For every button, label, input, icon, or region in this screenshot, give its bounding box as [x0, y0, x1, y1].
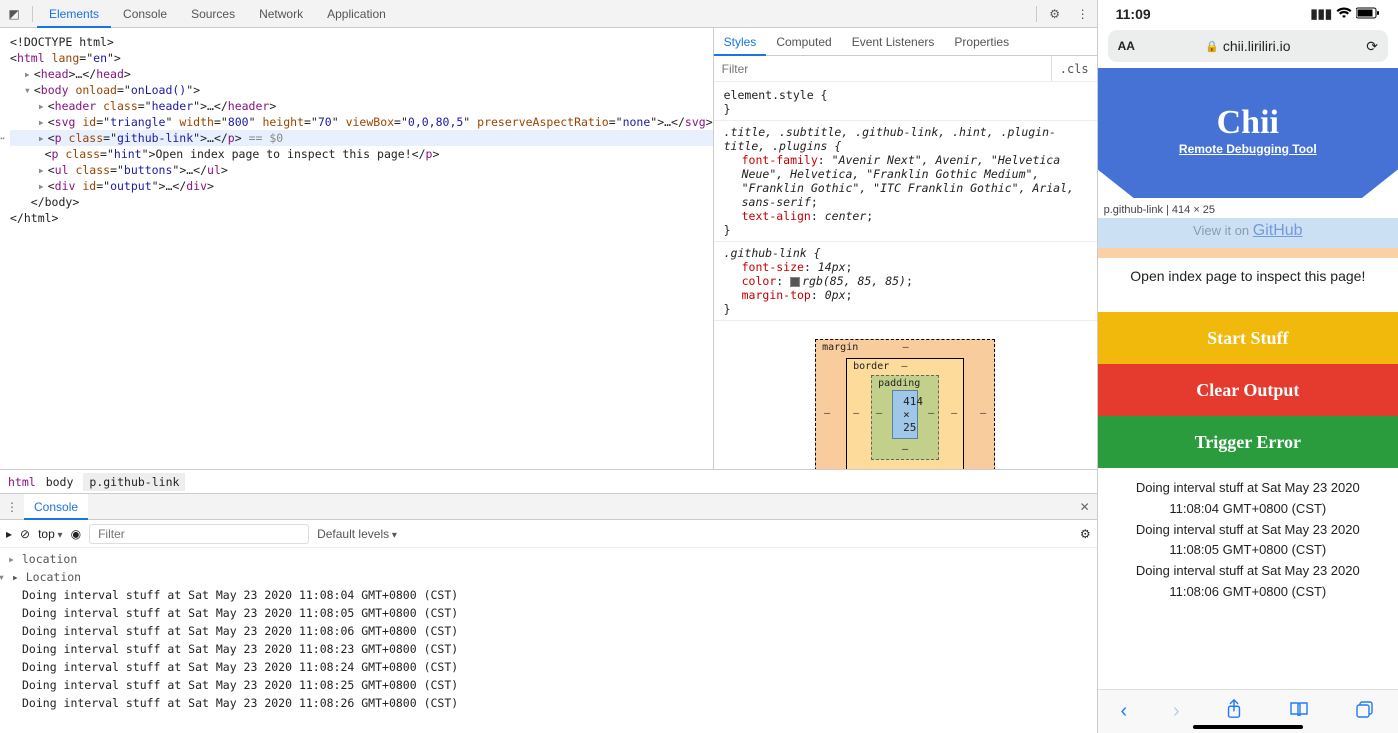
dom-header[interactable]: ▸<header class="header">…</header>	[10, 98, 713, 114]
output-line: Doing interval stuff at Sat May 23 2020 …	[1110, 520, 1386, 562]
share-icon[interactable]	[1225, 699, 1243, 725]
log-row[interactable]: Doing interval stuff at Sat May 23 2020 …	[0, 640, 1097, 658]
clear-console-icon[interactable]: ⊘	[20, 527, 30, 541]
rule-shared[interactable]: .title, .subtitle, .github-link, .hint, …	[724, 125, 1087, 237]
dom-doctype[interactable]: <!DOCTYPE html>	[10, 35, 114, 49]
rule-github-link[interactable]: .github-link { font-size: 14px; color: r…	[724, 246, 1087, 316]
hero-subtitle-link[interactable]: Remote Debugging Tool	[1179, 142, 1317, 156]
tab-application[interactable]: Application	[315, 0, 398, 28]
tab-elements[interactable]: Elements	[37, 0, 111, 28]
play-icon[interactable]: ▸	[6, 527, 12, 541]
cls-toggle[interactable]: .cls	[1051, 56, 1097, 81]
dom-body-close[interactable]: </body>	[10, 194, 713, 210]
dom-svg[interactable]: ▸<svg id="triangle" width="800" height="…	[10, 114, 713, 130]
clock: 11:09	[1116, 6, 1151, 22]
text-size-button[interactable]: AA	[1118, 39, 1135, 53]
signal-icon: ▮▮▮	[1311, 6, 1332, 22]
battery-icon	[1356, 7, 1380, 22]
context-select[interactable]: top	[38, 527, 63, 541]
inspect-icon[interactable]: ◩	[0, 7, 28, 21]
console-output[interactable]: location ▸ Location Doing interval stuff…	[0, 548, 1097, 733]
output-line: Doing interval stuff at Sat May 23 2020 …	[1110, 561, 1386, 603]
log-row[interactable]: Doing interval stuff at Sat May 23 2020 …	[0, 586, 1097, 604]
styles-sidebar: Styles Computed Event Listeners Properti…	[713, 28, 1097, 469]
url-bar[interactable]: AA 🔒 chii.liriliri.io ⟳	[1108, 30, 1388, 62]
kebab-icon[interactable]: ⋮	[0, 500, 24, 514]
separator	[32, 6, 33, 22]
elements-tree[interactable]: <!DOCTYPE html> <html lang="en"> ▸<head>…	[0, 28, 713, 469]
box-model[interactable]: margin – – – 14 border – – – – padding	[724, 325, 1087, 469]
tab-properties[interactable]: Properties	[944, 28, 1019, 56]
log-row[interactable]: Doing interval stuff at Sat May 23 2020 …	[0, 622, 1097, 640]
log-row[interactable]: Doing interval stuff at Sat May 23 2020 …	[0, 676, 1097, 694]
log-row[interactable]: Doing interval stuff at Sat May 23 2020 …	[0, 694, 1097, 712]
separator	[1036, 6, 1037, 22]
lock-icon: 🔒	[1205, 40, 1219, 53]
url-text: chii.liriliri.io	[1223, 38, 1291, 54]
status-bar: 11:09 ▮▮▮	[1098, 0, 1398, 28]
hint-text: Open index page to inspect this page!	[1098, 258, 1398, 312]
start-stuff-button[interactable]: Start Stuff	[1098, 312, 1398, 364]
styles-filter-input[interactable]	[714, 56, 1051, 81]
buttons: Start Stuff Clear Output Trigger Error	[1098, 312, 1398, 468]
rule-element-style[interactable]: element.style { }	[724, 88, 1087, 116]
dom-html-close[interactable]: </html>	[10, 210, 713, 226]
reload-icon[interactable]: ⟳	[1366, 38, 1378, 55]
hero: Chii Remote Debugging Tool	[1098, 68, 1398, 198]
close-icon[interactable]: ✕	[1073, 500, 1097, 514]
output-log: Doing interval stuff at Sat May 23 2020 …	[1098, 468, 1398, 613]
dom-html-open[interactable]: <html lang="en">	[10, 50, 713, 66]
trigger-error-button[interactable]: Trigger Error	[1098, 416, 1398, 468]
tab-event-listeners[interactable]: Event Listeners	[842, 28, 945, 56]
forward-icon[interactable]: ›	[1173, 700, 1180, 723]
tab-sources[interactable]: Sources	[179, 0, 247, 28]
dom-div-output[interactable]: ▸<div id="output">…</div>	[10, 178, 713, 194]
tabs-icon[interactable]	[1355, 700, 1375, 724]
page-viewport[interactable]: Chii Remote Debugging Tool p.github-link…	[1098, 68, 1398, 689]
kebab-icon[interactable]: ⋮	[1069, 7, 1097, 21]
home-indicator	[1193, 725, 1303, 729]
wifi-icon	[1336, 7, 1352, 22]
tab-styles[interactable]: Styles	[714, 28, 767, 56]
gear-icon[interactable]: ⚙	[1080, 527, 1091, 541]
tab-network[interactable]: Network	[247, 0, 315, 28]
devtools-panel: ◩ Elements Console Sources Network Appli…	[0, 0, 1098, 733]
breadcrumb: html body p.github-link	[0, 469, 1097, 493]
log-row[interactable]: ▸ Location	[0, 568, 1097, 586]
log-row[interactable]: Doing interval stuff at Sat May 23 2020 …	[0, 658, 1097, 676]
dom-p-github-link[interactable]: ⋯ ▸<p class="github-link">…</p> == $0	[10, 130, 713, 146]
console-drawer: ⋮ Console ✕ ▸ ⊘ top ◉ Default levels ⚙ l…	[0, 493, 1097, 733]
crumb-html[interactable]: html	[8, 475, 36, 489]
dom-ul-buttons[interactable]: ▸<ul class="buttons">…</ul>	[10, 162, 713, 178]
tab-console[interactable]: Console	[111, 0, 179, 28]
log-row[interactable]: Doing interval stuff at Sat May 23 2020 …	[0, 604, 1097, 622]
inspect-tooltip: p.github-link | 414 × 25	[1098, 198, 1398, 218]
dom-p-hint[interactable]: <p class="hint">Open index page to inspe…	[10, 146, 713, 162]
main-tabbar: ◩ Elements Console Sources Network Appli…	[0, 0, 1097, 28]
phone-preview: 11:09 ▮▮▮ AA 🔒 chii.liriliri.io ⟳ Chii R…	[1098, 0, 1398, 733]
safari-toolbar: ‹ ›	[1098, 689, 1398, 733]
clear-output-button[interactable]: Clear Output	[1098, 364, 1398, 416]
back-icon[interactable]: ‹	[1121, 700, 1128, 723]
crumb-body[interactable]: body	[46, 475, 74, 489]
hero-title: Chii	[1108, 104, 1388, 142]
eye-icon[interactable]: ◉	[71, 527, 81, 541]
styles-tabs: Styles Computed Event Listeners Properti…	[714, 28, 1097, 56]
tab-computed[interactable]: Computed	[766, 28, 841, 56]
console-filter-input[interactable]	[89, 524, 309, 544]
dom-head[interactable]: ▸<head>…</head>	[10, 66, 713, 82]
log-row[interactable]: location	[0, 550, 1097, 568]
dom-body-open[interactable]: ▾<body onload="onLoad()">	[10, 82, 713, 98]
drawer-tab-console[interactable]: Console	[24, 494, 88, 520]
gear-icon[interactable]: ⚙	[1041, 7, 1069, 21]
crumb-selected[interactable]: p.github-link	[83, 473, 185, 491]
output-line: Doing interval stuff at Sat May 23 2020 …	[1110, 478, 1386, 520]
log-levels-select[interactable]: Default levels	[317, 527, 397, 541]
bookmarks-icon[interactable]	[1289, 700, 1309, 724]
github-link-highlight: View it on GitHub	[1098, 218, 1398, 248]
color-swatch-icon[interactable]	[790, 277, 800, 287]
